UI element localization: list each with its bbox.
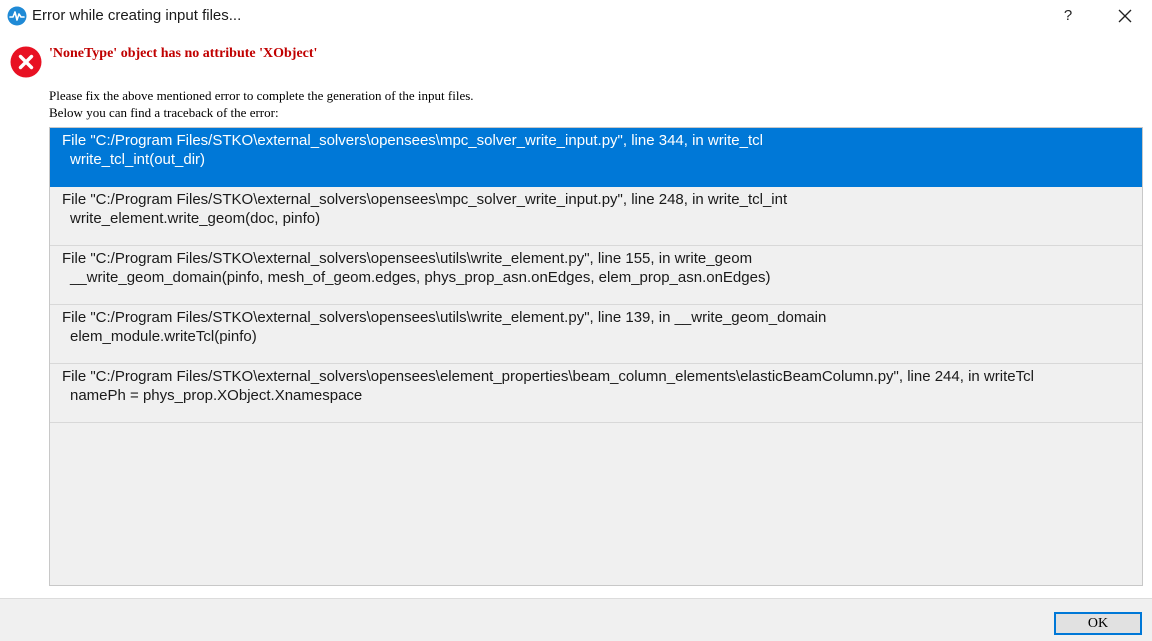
traceback-list[interactable]: File "C:/Program Files/STKO\external_sol… xyxy=(49,127,1143,586)
help-button[interactable]: ? xyxy=(1052,1,1084,31)
traceback-file-line: File "C:/Program Files/STKO\external_sol… xyxy=(62,368,1034,385)
traceback-intro-text: Below you can find a traceback of the er… xyxy=(49,105,279,120)
traceback-code-line: namePh = phys_prop.XObject.Xnamespace xyxy=(70,387,363,404)
window-title: Error while creating input files... xyxy=(32,7,242,24)
traceback-code-line: write_element.write_geom(doc, pinfo) xyxy=(70,210,321,227)
title-bar: Error while creating input files... ? xyxy=(0,0,1152,34)
ok-button[interactable]: OK xyxy=(1054,612,1142,635)
traceback-item[interactable]: File "C:/Program Files/STKO\external_sol… xyxy=(50,305,1142,364)
traceback-code-line: __write_geom_domain(pinfo, mesh_of_geom.… xyxy=(70,269,771,286)
traceback-file-line: File "C:/Program Files/STKO\external_sol… xyxy=(62,250,753,267)
traceback-item[interactable]: File "C:/Program Files/STKO\external_sol… xyxy=(50,246,1142,305)
waveform-icon xyxy=(7,6,27,26)
traceback-item[interactable]: File "C:/Program Files/STKO\external_sol… xyxy=(50,128,1142,187)
traceback-file-line: File "C:/Program Files/STKO\external_sol… xyxy=(62,132,763,149)
close-button[interactable] xyxy=(1108,1,1142,31)
dialog-footer: OK xyxy=(0,598,1152,641)
traceback-code-line: write_tcl_int(out_dir) xyxy=(70,151,206,168)
error-message: 'NoneType' object has no attribute 'XObj… xyxy=(49,46,318,61)
instruction-text: Please fix the above mentioned error to … xyxy=(49,88,474,103)
traceback-item[interactable]: File "C:/Program Files/STKO\external_sol… xyxy=(50,364,1142,423)
traceback-code-line: elem_module.writeTcl(pinfo) xyxy=(70,328,257,345)
traceback-file-line: File "C:/Program Files/STKO\external_sol… xyxy=(62,309,827,326)
traceback-file-line: File "C:/Program Files/STKO\external_sol… xyxy=(62,191,788,208)
error-icon xyxy=(10,46,42,78)
close-icon xyxy=(1118,9,1132,23)
traceback-item[interactable]: File "C:/Program Files/STKO\external_sol… xyxy=(50,187,1142,246)
